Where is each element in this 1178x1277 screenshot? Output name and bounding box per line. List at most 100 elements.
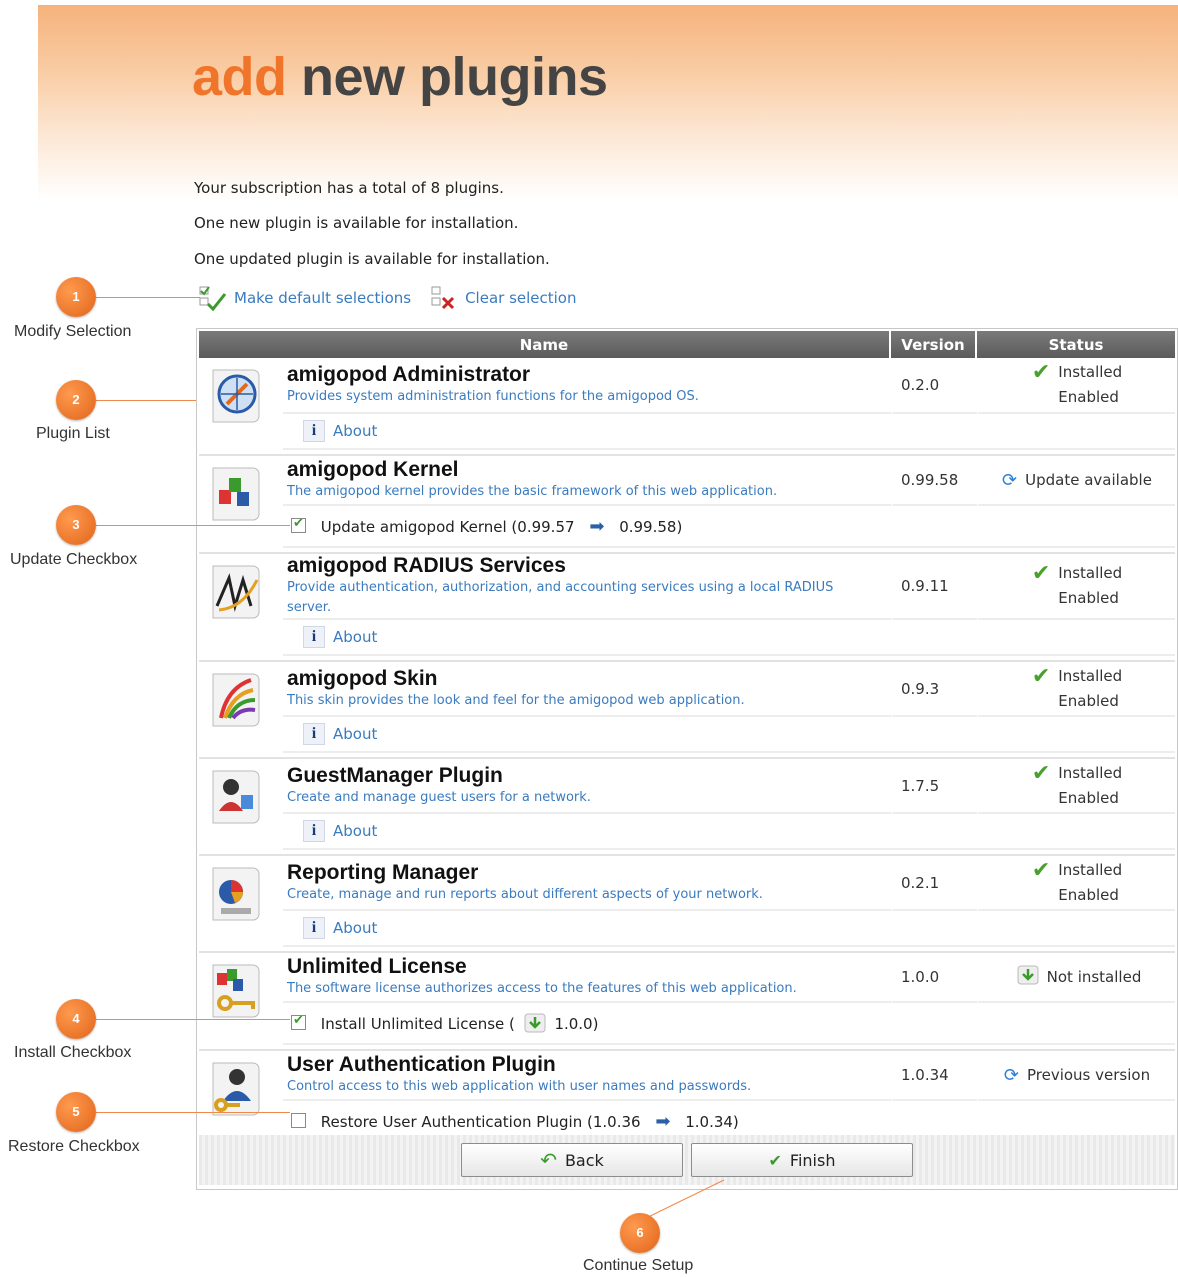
callout-5-label: Restore Checkbox — [8, 1138, 140, 1155]
about-link[interactable]: i About — [303, 820, 891, 842]
make-default-selections-link[interactable]: Make default selections — [198, 284, 411, 312]
callout-4-badge: 4 — [56, 999, 96, 1039]
status-previous-version: Previous version — [1026, 1065, 1151, 1084]
restore-user-auth-checkbox[interactable] — [291, 1112, 306, 1128]
plugin-name-cell: GuestManager Plugin Create and manage gu… — [283, 759, 891, 814]
plugin-description: Provides system administration functions… — [287, 389, 699, 404]
status-enabled: Enabled — [1058, 885, 1119, 904]
plugin-version: 1.7.5 — [891, 759, 977, 814]
plugin-version: 0.2.0 — [891, 358, 977, 414]
plugin-status: ⟳ Previous version — [977, 1051, 1175, 1101]
plugin-status: ✔ Installed Enabled — [977, 759, 1175, 814]
plugin-icon-cell — [199, 856, 283, 947]
user-auth-plugin-icon — [212, 1062, 260, 1116]
arrow-right-icon: ➡ — [589, 515, 605, 537]
callout-3-line — [96, 525, 290, 526]
plugin-name: GuestManager Plugin — [287, 763, 503, 787]
plugin-icon-cell — [199, 554, 283, 656]
callout-3-label: Update Checkbox — [10, 551, 138, 568]
callout-2-badge: 2 — [56, 380, 96, 420]
plugin-row: GuestManager Plugin Create and manage gu… — [199, 759, 1175, 824]
plugin-version: 0.2.1 — [891, 856, 977, 911]
callout-1-line — [96, 297, 200, 298]
plugin-row: amigopod Skin This skin provides the loo… — [199, 662, 1175, 727]
info-icon: i — [303, 626, 325, 648]
plugin-name: amigopod Skin — [287, 666, 438, 690]
callout-4-line — [96, 1019, 290, 1020]
callout-1-badge: 1 — [56, 277, 96, 317]
callout-6-label: Continue Setup — [583, 1257, 694, 1274]
about-link[interactable]: i About — [303, 626, 891, 648]
plugin-subrow: i About — [199, 717, 1175, 753]
plugin-row: Unlimited License The software license a… — [199, 953, 1175, 1018]
plugin-description: The software license authorizes access t… — [287, 981, 797, 996]
status-installed: Installed — [1058, 363, 1123, 381]
radius-plugin-icon — [212, 565, 260, 619]
installed-check-icon: ✔ — [1031, 760, 1051, 786]
reporting-plugin-icon — [212, 867, 260, 921]
column-header-version: Version — [891, 331, 977, 358]
clear-selection-link[interactable]: Clear selection — [429, 284, 577, 312]
download-icon — [524, 1013, 546, 1033]
status-installed: Installed — [1058, 860, 1123, 879]
kernel-plugin-icon — [212, 467, 260, 521]
plugin-row: User Authentication Plugin Control acces… — [199, 1051, 1175, 1116]
installed-check-icon: ✔ — [1031, 561, 1051, 586]
callout-5-badge: 5 — [56, 1092, 96, 1132]
callout-2-label: Plugin List — [36, 425, 110, 442]
callout-5-line — [96, 1112, 290, 1113]
plugin-icon-cell — [199, 358, 283, 450]
plugin-name: Unlimited License — [287, 955, 467, 978]
plugin-name-cell: amigopod Skin This skin provides the loo… — [283, 662, 891, 717]
about-cell: i About — [283, 620, 891, 656]
about-link[interactable]: i About — [303, 917, 891, 939]
update-available-icon: ⟳ — [1002, 469, 1018, 491]
administrator-plugin-icon — [212, 369, 260, 423]
plugin-version: 0.9.11 — [891, 554, 977, 620]
about-cell: i About — [283, 414, 891, 450]
install-license-checkbox[interactable] — [291, 1013, 306, 1030]
selection-toolbar: Make default selections Clear selection — [198, 283, 595, 313]
plugin-version: 0.9.3 — [891, 662, 977, 717]
about-cell: i About — [283, 814, 891, 850]
about-link[interactable]: i About — [303, 723, 891, 745]
plugin-version: 1.0.34 — [891, 1051, 977, 1101]
info-icon: i — [303, 820, 325, 842]
back-button[interactable]: ↶ Back — [461, 1143, 683, 1177]
plugin-row: Reporting Manager Create, manage and run… — [199, 856, 1175, 921]
make-default-label: Make default selections — [234, 289, 412, 307]
plugin-description: Provide authentication, authorization, a… — [287, 580, 834, 615]
plugin-name-cell: amigopod Kernel The amigopod kernel prov… — [283, 456, 891, 506]
guestmanager-plugin-icon — [212, 770, 260, 824]
plugin-subrow: Install Unlimited License ( 1.0.0) — [199, 1003, 1175, 1045]
intro-total: Your subscription has a total of 8 plugi… — [194, 179, 504, 197]
plugin-name: amigopod RADIUS Services — [287, 554, 566, 577]
plugin-list-panel: Name Version Status amigopod Administrat… — [196, 328, 1178, 1190]
skin-plugin-icon — [212, 673, 260, 727]
plugin-subrow: i About — [199, 620, 1175, 656]
finish-button[interactable]: ✔ Finish — [691, 1143, 913, 1177]
installed-check-icon: ✔ — [1031, 663, 1051, 689]
plugin-description: Create, manage and run reports about dif… — [287, 886, 763, 902]
intro-updated: One updated plugin is available for inst… — [194, 250, 550, 268]
column-header-status: Status — [977, 331, 1175, 358]
about-label: About — [333, 725, 378, 743]
plugin-subrow: i About — [199, 814, 1175, 850]
column-header-name: Name — [199, 331, 891, 358]
plugin-name: amigopod Administrator — [287, 363, 531, 386]
plugin-name: User Authentication Plugin — [287, 1053, 556, 1076]
plugin-name-cell: amigopod Administrator Provides system a… — [283, 358, 891, 414]
plugin-name-cell: Reporting Manager Create, manage and run… — [283, 856, 891, 911]
install-license-target: 1.0.0) — [554, 1015, 599, 1033]
status-enabled: Enabled — [1058, 589, 1119, 607]
status-installed: Installed — [1058, 666, 1123, 685]
about-link[interactable]: i About — [303, 420, 891, 442]
plugin-version: 0.99.58 — [891, 456, 977, 506]
plugin-description: Control access to this web application w… — [287, 1079, 752, 1094]
installed-check-icon: ✔ — [1031, 360, 1051, 385]
plugin-description: The amigopod kernel provides the basic f… — [287, 484, 778, 499]
plugin-status: ✔ Installed Enabled — [977, 554, 1175, 620]
plugin-icon-cell — [199, 1051, 283, 1143]
update-kernel-checkbox[interactable] — [291, 516, 306, 533]
finish-check-icon: ✔ — [768, 1150, 782, 1170]
